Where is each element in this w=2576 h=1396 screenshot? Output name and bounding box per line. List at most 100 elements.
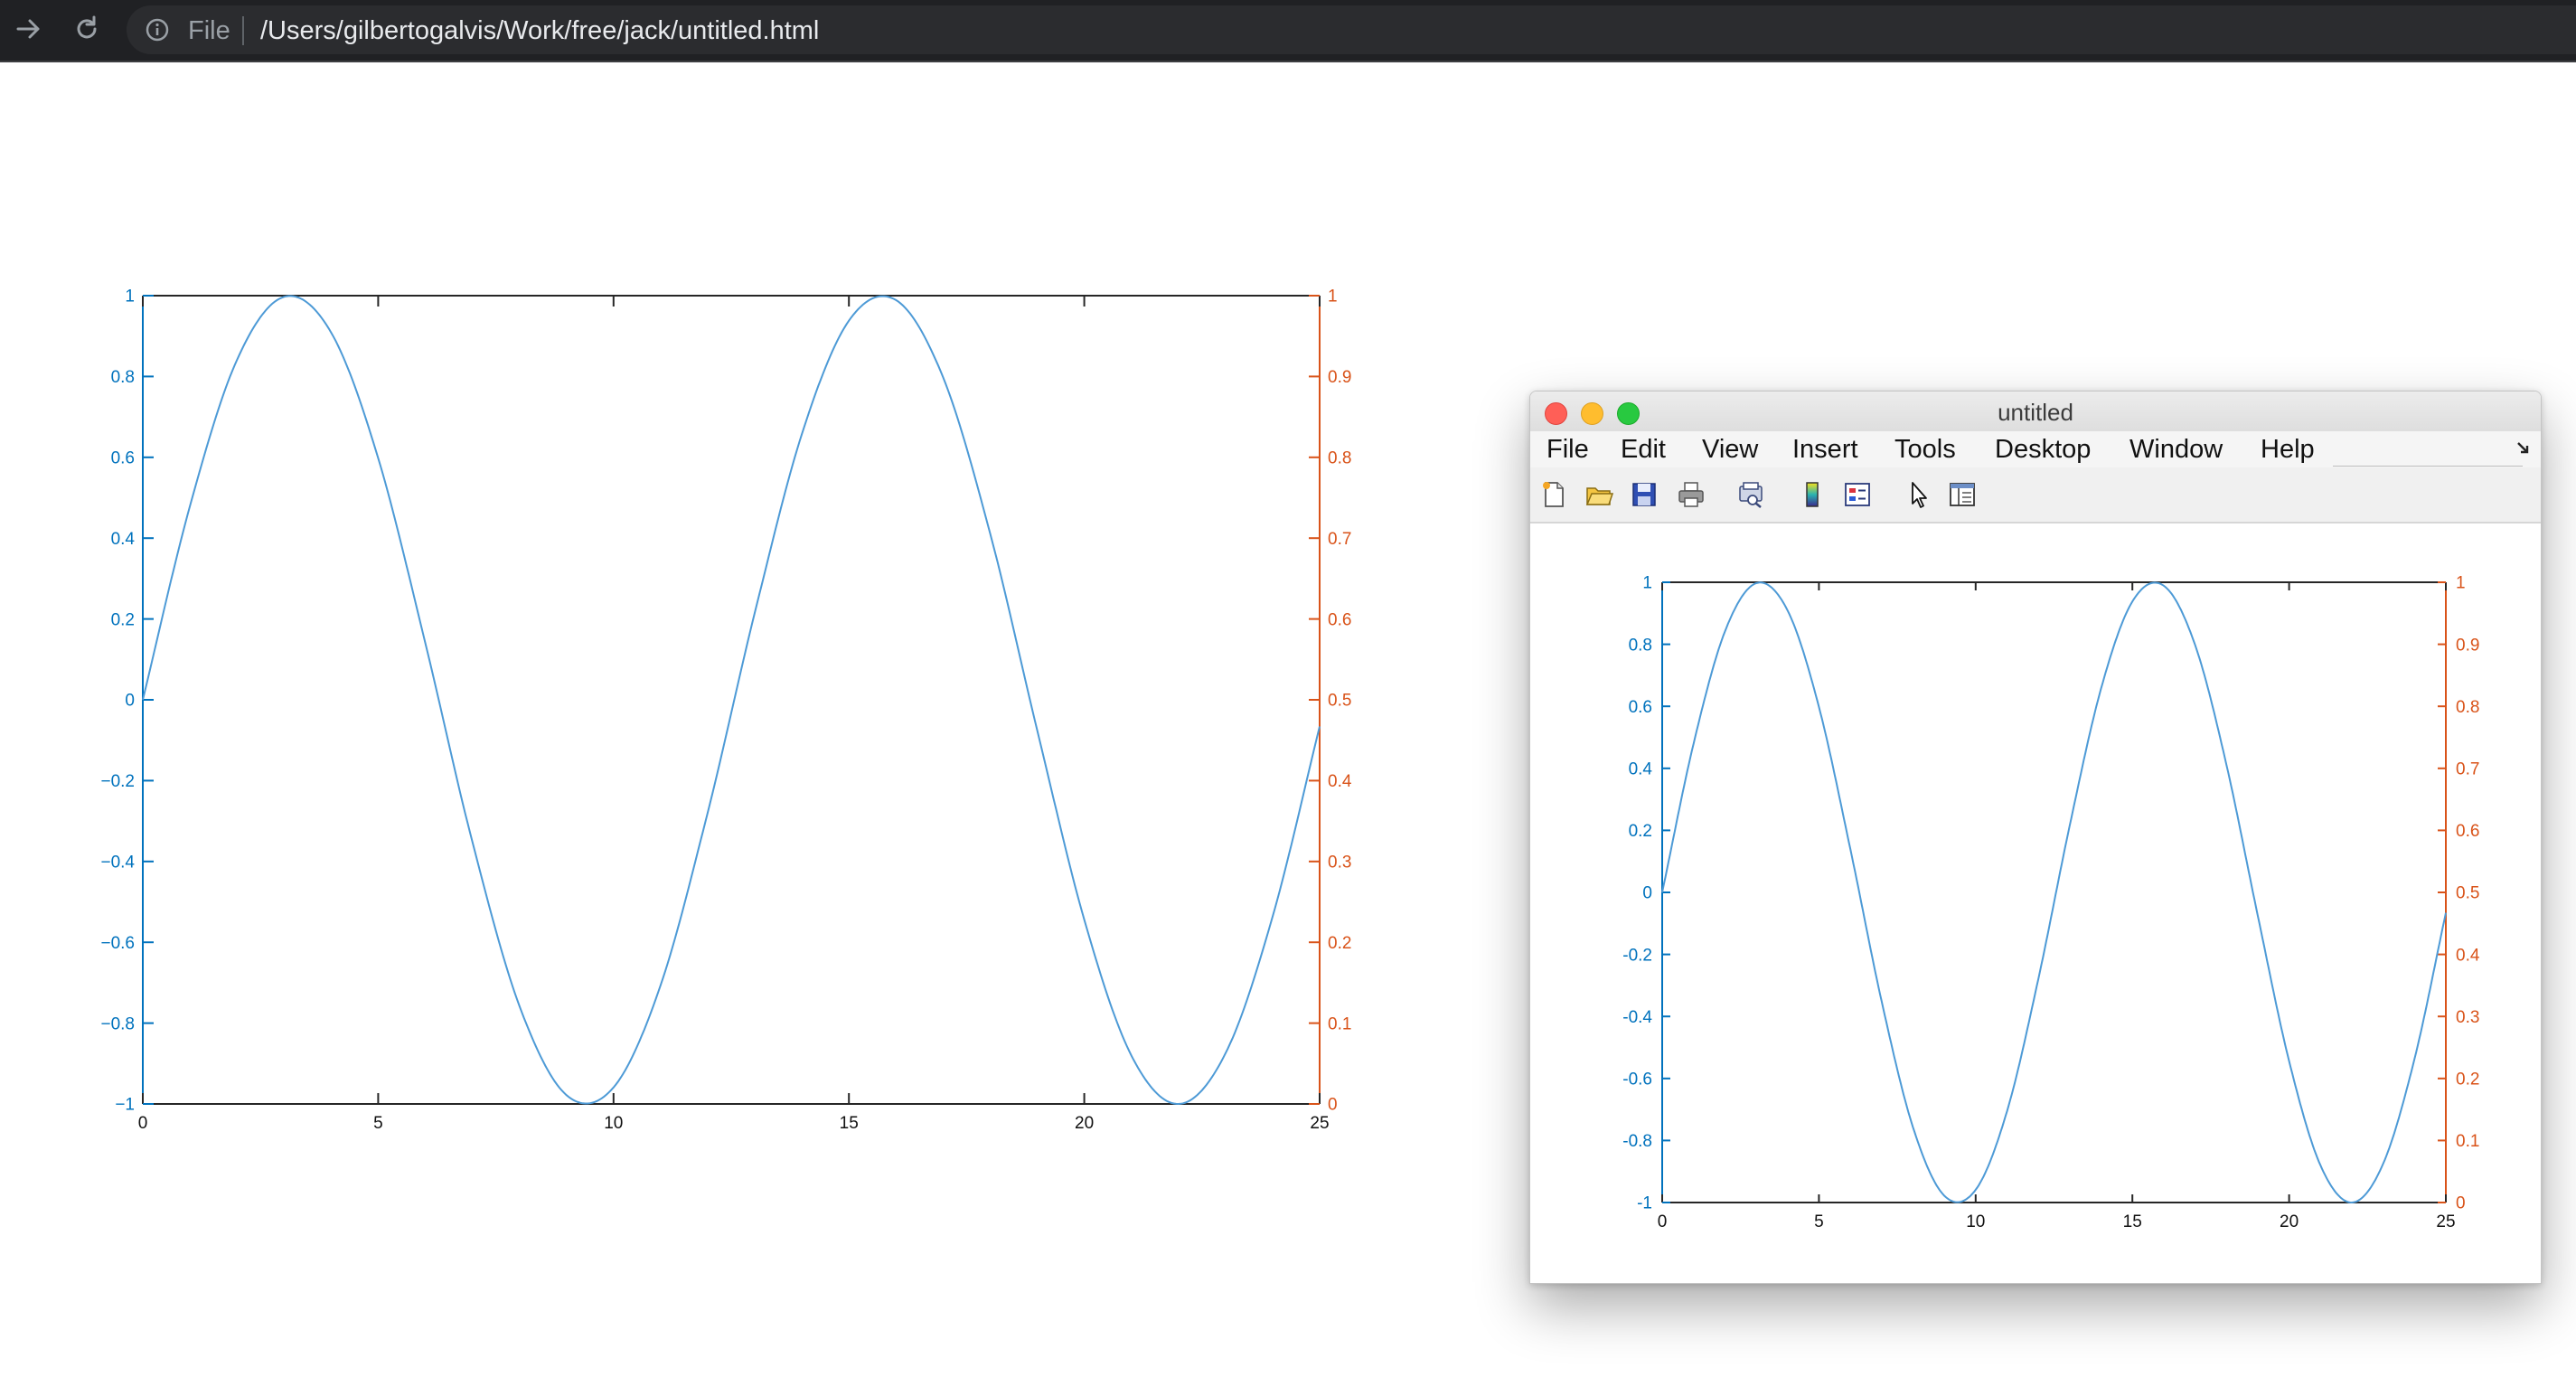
x-tick-label: 25: [2436, 1212, 2455, 1231]
pointer-button[interactable]: [1903, 478, 1935, 511]
y2-tick-label: 0.2: [1328, 934, 1351, 953]
figure-chart: 0 5 10 15 20 25-1-0.8-0.6-0.4-0.200.20.40.60.…: [1622, 574, 2480, 1231]
x-tick-label: 15: [840, 1114, 859, 1133]
y2-tick-label: 0.7: [1328, 530, 1351, 549]
legend-icon: [1845, 483, 1870, 506]
y-tick-label: 0.8: [111, 368, 135, 387]
y2-tick-label: 0.9: [2456, 636, 2479, 655]
menu-desktop[interactable]: Desktop: [1995, 435, 2091, 465]
y2-tick-label: 0.4: [1328, 772, 1352, 791]
y2-tick-label: 0.1: [2456, 1132, 2479, 1151]
address-divider: [242, 16, 244, 45]
print-preview-button[interactable]: [1735, 478, 1767, 511]
menu-edit[interactable]: Edit: [1621, 435, 1666, 465]
pointer-icon: [1912, 482, 1927, 508]
y-tick-label: -0.6: [1622, 1070, 1652, 1089]
y-tick-label: 0.8: [1629, 636, 1652, 655]
menu-view[interactable]: View: [1702, 435, 1758, 465]
x-tick-label: 5: [373, 1114, 383, 1133]
colorbar-button[interactable]: [1796, 478, 1829, 511]
y-tick-label: 0.4: [111, 530, 136, 549]
series-line: [142, 295, 1321, 1106]
y-tick-label: 0.6: [111, 448, 135, 467]
x-tick-label: 0: [1658, 1212, 1668, 1231]
y2-tick-label: 0.3: [2456, 1008, 2479, 1027]
x-tick-label: 0: [138, 1114, 148, 1133]
print-icon: [1678, 482, 1704, 507]
address-bar[interactable]: File /Users/gilbertogalvis/Work/free/jac…: [127, 5, 2576, 54]
y-tick-label: 0: [1642, 884, 1652, 903]
property-inspector-button[interactable]: [1946, 478, 1979, 511]
browser-toolbar: File /Users/gilbertogalvis/Work/free/jac…: [0, 0, 2576, 62]
x-tick-label: 10: [604, 1114, 623, 1133]
y2-tick-label: 1: [2456, 574, 2466, 593]
window-title: untitled: [1998, 399, 2073, 426]
new-figure-icon: [1543, 482, 1564, 507]
x-tick-label: 20: [1075, 1114, 1094, 1133]
url-scheme-label: File: [188, 16, 230, 45]
x-tick-label: 15: [2123, 1212, 2142, 1231]
y-tick-label: -0.8: [1622, 1132, 1652, 1151]
print-preview-icon: [1739, 482, 1763, 508]
y2-tick-label: 0.9: [1328, 368, 1351, 387]
y2-tick-label: 0.3: [1328, 853, 1351, 872]
y2-tick-label: 0.7: [2456, 759, 2479, 778]
menu-bar: File Edit View Insert Tools Desktop Wind…: [1530, 431, 2541, 467]
x-tick-label: 5: [1814, 1212, 1824, 1231]
y-tick-label: 0: [125, 692, 135, 711]
y-tick-label: −0.6: [100, 934, 135, 953]
y-tick-label: -1: [1637, 1194, 1652, 1213]
y2-tick-label: 1: [1328, 288, 1338, 307]
menu-tools[interactable]: Tools: [1894, 435, 1956, 465]
colorbar-icon: [1806, 482, 1819, 507]
open-file-icon: [1585, 487, 1613, 505]
x-tick-label: 20: [2280, 1212, 2299, 1231]
print-button[interactable]: [1675, 478, 1707, 511]
reload-icon: [77, 15, 97, 39]
x-tick-label: 25: [1310, 1114, 1329, 1133]
save-button[interactable]: [1628, 478, 1660, 511]
y2-tick-label: 0.8: [1328, 448, 1351, 467]
y-tick-label: 1: [125, 288, 135, 307]
menu-file[interactable]: File: [1547, 435, 1589, 465]
forward-arrow-icon: [16, 19, 40, 39]
url-text[interactable]: /Users/gilbertogalvis/Work/free/jack/unt…: [260, 16, 819, 46]
reload-button[interactable]: [67, 9, 107, 49]
main-chart: 0 5 10 15 20 25−1−0.8−0.6−0.4−0.200.20.40.60.…: [100, 288, 1352, 1133]
y-tick-label: −0.4: [100, 853, 135, 872]
window-titlebar[interactable]: untitled: [1530, 391, 2541, 431]
y-tick-label: 1: [1642, 574, 1652, 593]
y2-tick-label: 0.2: [2456, 1070, 2479, 1089]
y-tick-label: −0.8: [100, 1014, 135, 1033]
y2-tick-label: 0: [1328, 1096, 1338, 1115]
y-tick-label: 0.2: [1629, 822, 1652, 841]
y2-tick-label: 0: [2456, 1194, 2466, 1213]
y-tick-label: 0.4: [1629, 759, 1653, 778]
open-file-button[interactable]: [1583, 478, 1615, 511]
y2-tick-label: 0.8: [2456, 698, 2479, 717]
x-tick-label: 10: [1966, 1212, 1985, 1231]
menu-help[interactable]: Help: [2261, 435, 2315, 465]
menu-separator-line: [2333, 466, 2523, 467]
y-tick-label: -0.2: [1622, 946, 1652, 965]
y2-tick-label: 0.4: [2456, 946, 2480, 965]
figure-toolbar: [1530, 467, 2541, 524]
y-tick-label: 0.2: [111, 610, 135, 629]
dock-arrow-icon[interactable]: [2515, 440, 2532, 457]
y-tick-label: −0.2: [100, 772, 135, 791]
y-tick-label: -0.4: [1622, 1008, 1652, 1027]
y2-tick-label: 0.6: [1328, 610, 1351, 629]
new-figure-button[interactable]: [1537, 478, 1570, 511]
y2-tick-label: 0.5: [1328, 692, 1351, 711]
property-inspector-icon: [1950, 483, 1975, 506]
y2-tick-label: 0.1: [1328, 1014, 1351, 1033]
legend-button[interactable]: [1841, 478, 1874, 511]
figure-window: untitled File Edit View Insert Tools Des…: [1529, 391, 2542, 1284]
y2-tick-label: 0.6: [2456, 822, 2479, 841]
series-line: [1661, 581, 2447, 1204]
menu-insert[interactable]: Insert: [1792, 435, 1858, 465]
menu-window[interactable]: Window: [2129, 435, 2223, 465]
forward-button[interactable]: [9, 9, 49, 49]
info-icon[interactable]: [145, 17, 170, 42]
y-tick-label: 0.6: [1629, 698, 1652, 717]
